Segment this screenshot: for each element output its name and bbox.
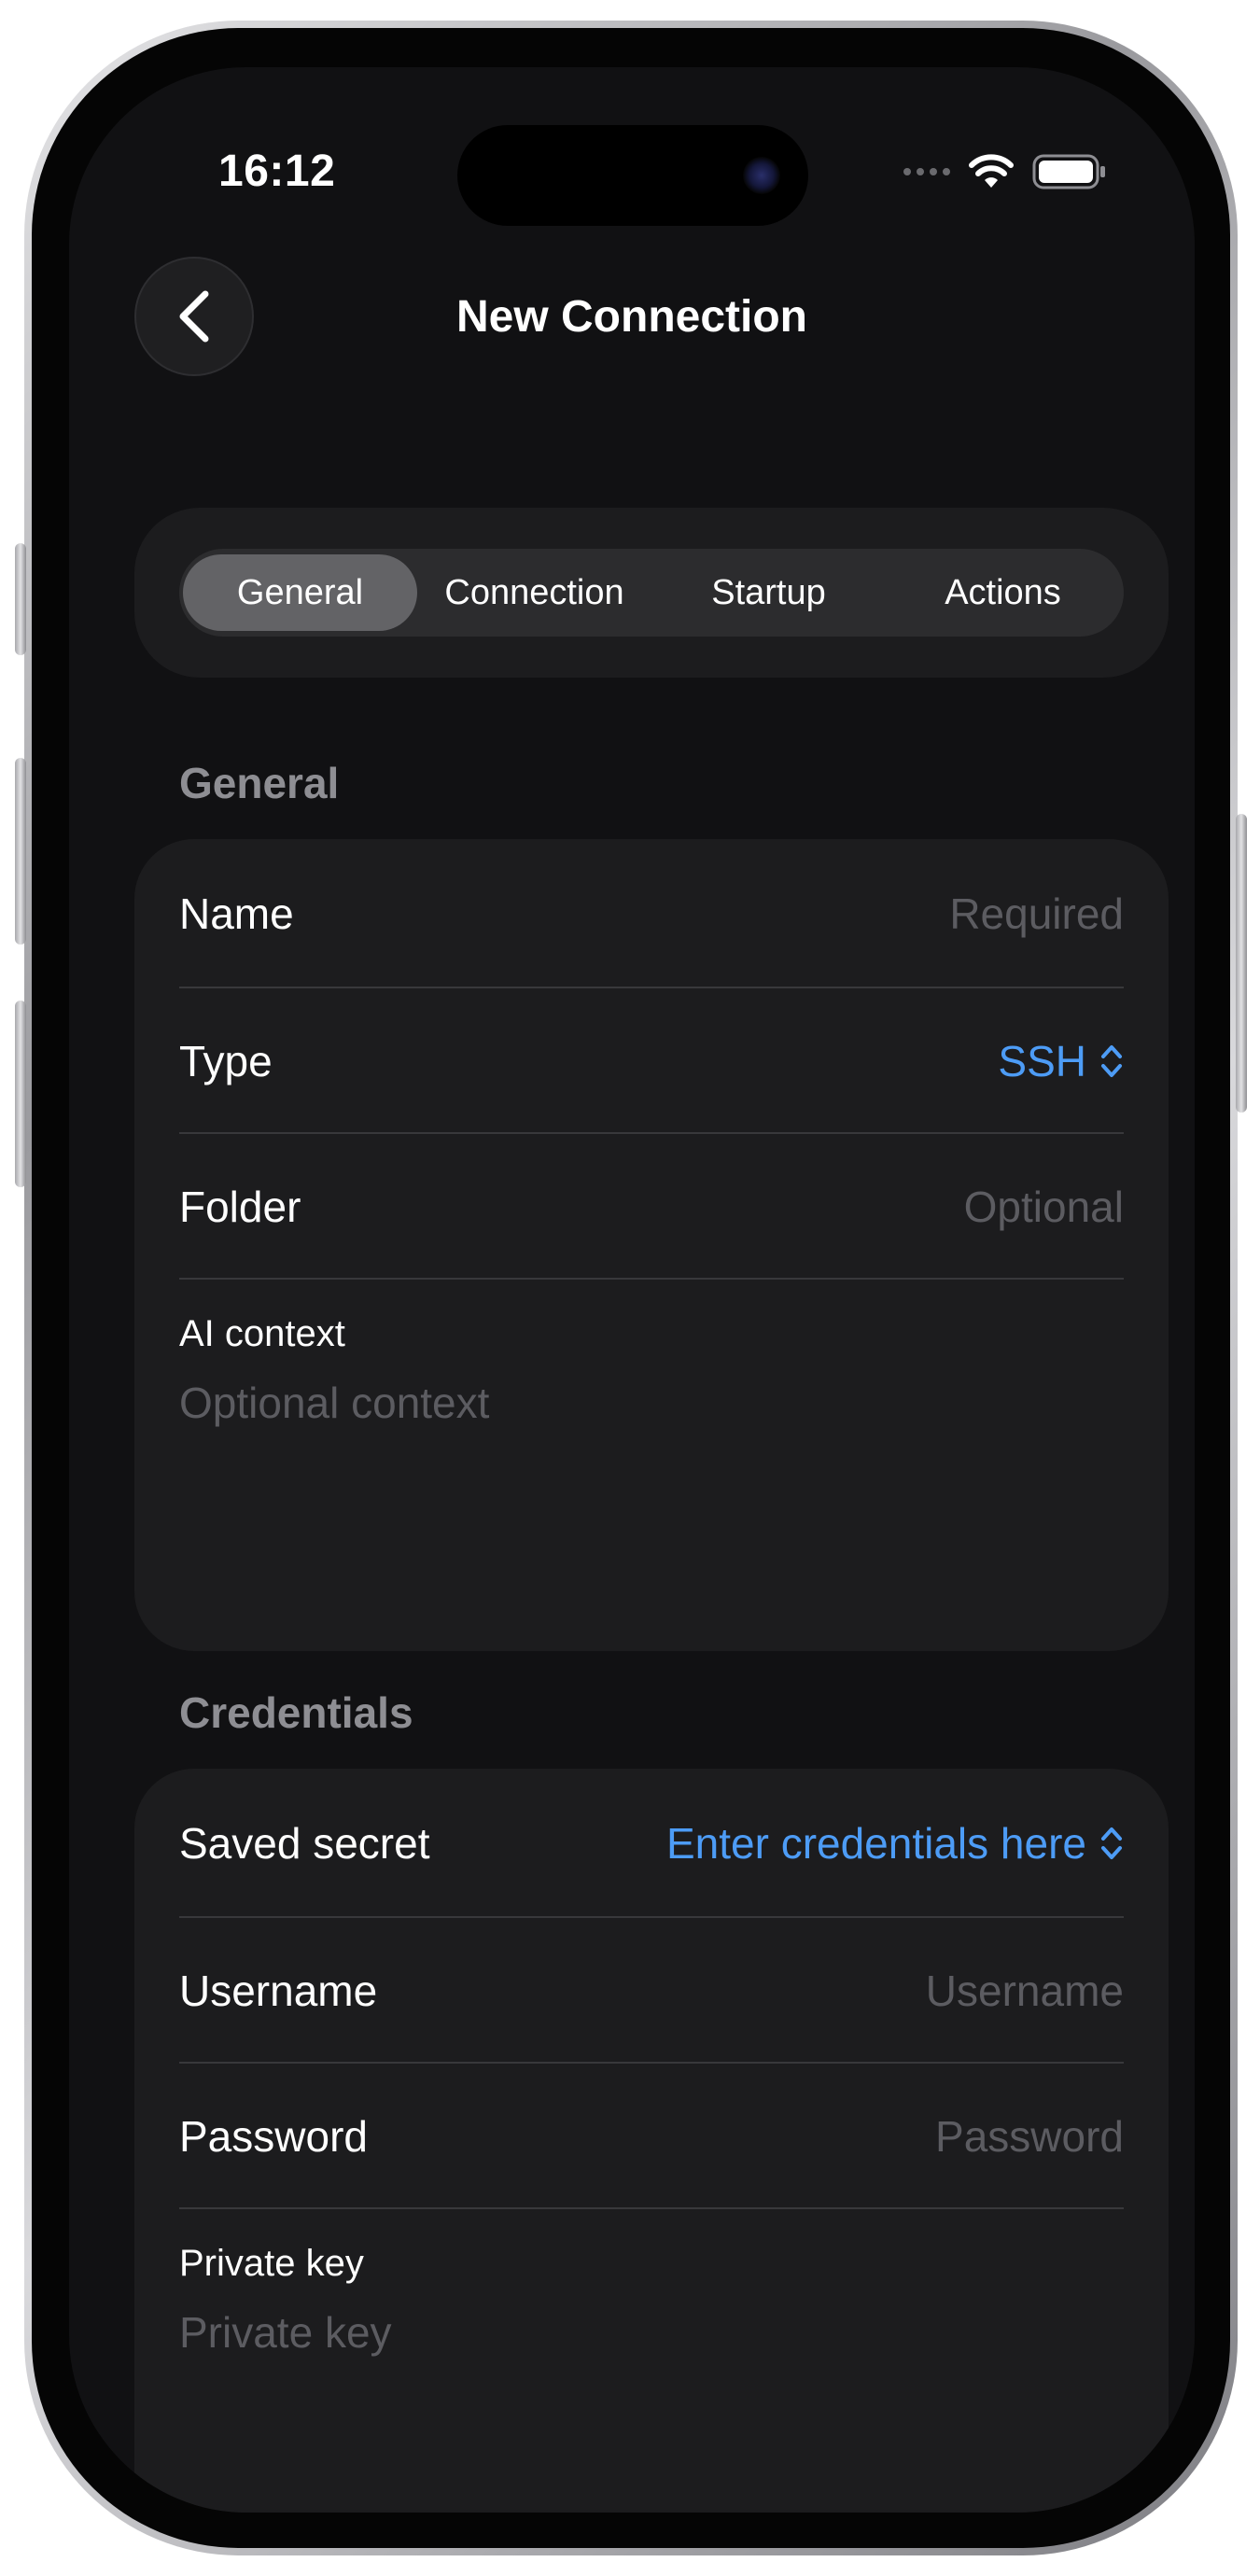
name-label: Name bbox=[179, 889, 294, 938]
power-button bbox=[1236, 814, 1247, 1113]
camera-icon bbox=[743, 157, 780, 194]
ai-context-input[interactable]: Optional context bbox=[179, 1378, 1124, 1428]
tab-actions[interactable]: Actions bbox=[886, 554, 1120, 631]
folder-input[interactable]: Optional bbox=[964, 1182, 1124, 1232]
credentials-card: Saved secret Enter credentials here User… bbox=[134, 1769, 1169, 2513]
section-header-general: General bbox=[179, 759, 340, 807]
screen: 16:12 New Connection General Connection … bbox=[69, 67, 1195, 2513]
password-input[interactable]: Password bbox=[935, 2111, 1124, 2162]
private-key-label: Private key bbox=[179, 2243, 364, 2284]
cellular-signal-icon bbox=[903, 168, 950, 175]
volume-down-button bbox=[15, 1001, 26, 1187]
ai-context-field[interactable]: AI context Optional context bbox=[179, 1313, 1124, 1428]
dynamic-island bbox=[457, 125, 808, 226]
tab-general[interactable]: General bbox=[183, 554, 417, 631]
saved-secret-value: Enter credentials here bbox=[665, 1819, 1086, 1868]
ai-context-label: AI context bbox=[179, 1313, 345, 1354]
folder-row[interactable]: Folder Optional bbox=[179, 1134, 1124, 1280]
chevron-up-down-icon bbox=[1101, 1827, 1122, 1859]
type-label: Type bbox=[179, 1037, 273, 1085]
chevron-up-down-icon bbox=[1101, 1045, 1122, 1077]
password-row[interactable]: Password Password bbox=[179, 2064, 1124, 2209]
general-card: Name Required Type SSH Folder Optional A… bbox=[134, 839, 1169, 1651]
tab-startup[interactable]: Startup bbox=[651, 554, 886, 631]
type-row[interactable]: Type SSH bbox=[179, 988, 1124, 1134]
type-picker[interactable]: SSH bbox=[998, 1036, 1124, 1086]
name-input[interactable]: Required bbox=[949, 889, 1124, 939]
username-row[interactable]: Username Username bbox=[179, 1918, 1124, 2064]
private-key-field[interactable]: Private key Private key bbox=[179, 2243, 1124, 2358]
folder-label: Folder bbox=[179, 1183, 301, 1231]
saved-secret-picker[interactable]: Enter credentials here bbox=[666, 1818, 1124, 1869]
saved-secret-label: Saved secret bbox=[179, 1819, 430, 1868]
wifi-icon bbox=[969, 154, 1014, 188]
saved-secret-row[interactable]: Saved secret Enter credentials here bbox=[179, 1771, 1124, 1916]
password-label: Password bbox=[179, 2112, 368, 2161]
volume-up-button bbox=[15, 758, 26, 945]
username-input[interactable]: Username bbox=[926, 1966, 1124, 2016]
section-header-credentials: Credentials bbox=[179, 1688, 413, 1737]
username-label: Username bbox=[179, 1967, 378, 2015]
page-title: New Connection bbox=[455, 292, 807, 342]
tab-bar-container: General Connection Startup Actions bbox=[134, 508, 1169, 678]
divider bbox=[179, 1278, 1124, 1280]
phone-frame: 16:12 New Connection General Connection … bbox=[15, 21, 1247, 2555]
name-row[interactable]: Name Required bbox=[179, 841, 1124, 987]
divider bbox=[179, 2207, 1124, 2209]
battery-icon bbox=[1032, 154, 1105, 189]
status-icons bbox=[903, 153, 1107, 190]
status-time: 16:12 bbox=[218, 147, 336, 196]
tab-connection[interactable]: Connection bbox=[417, 554, 651, 631]
action-button bbox=[15, 543, 26, 655]
segmented-control: General Connection Startup Actions bbox=[179, 549, 1124, 637]
type-value: SSH bbox=[998, 1037, 1086, 1085]
private-key-input[interactable]: Private key bbox=[179, 2307, 1124, 2358]
